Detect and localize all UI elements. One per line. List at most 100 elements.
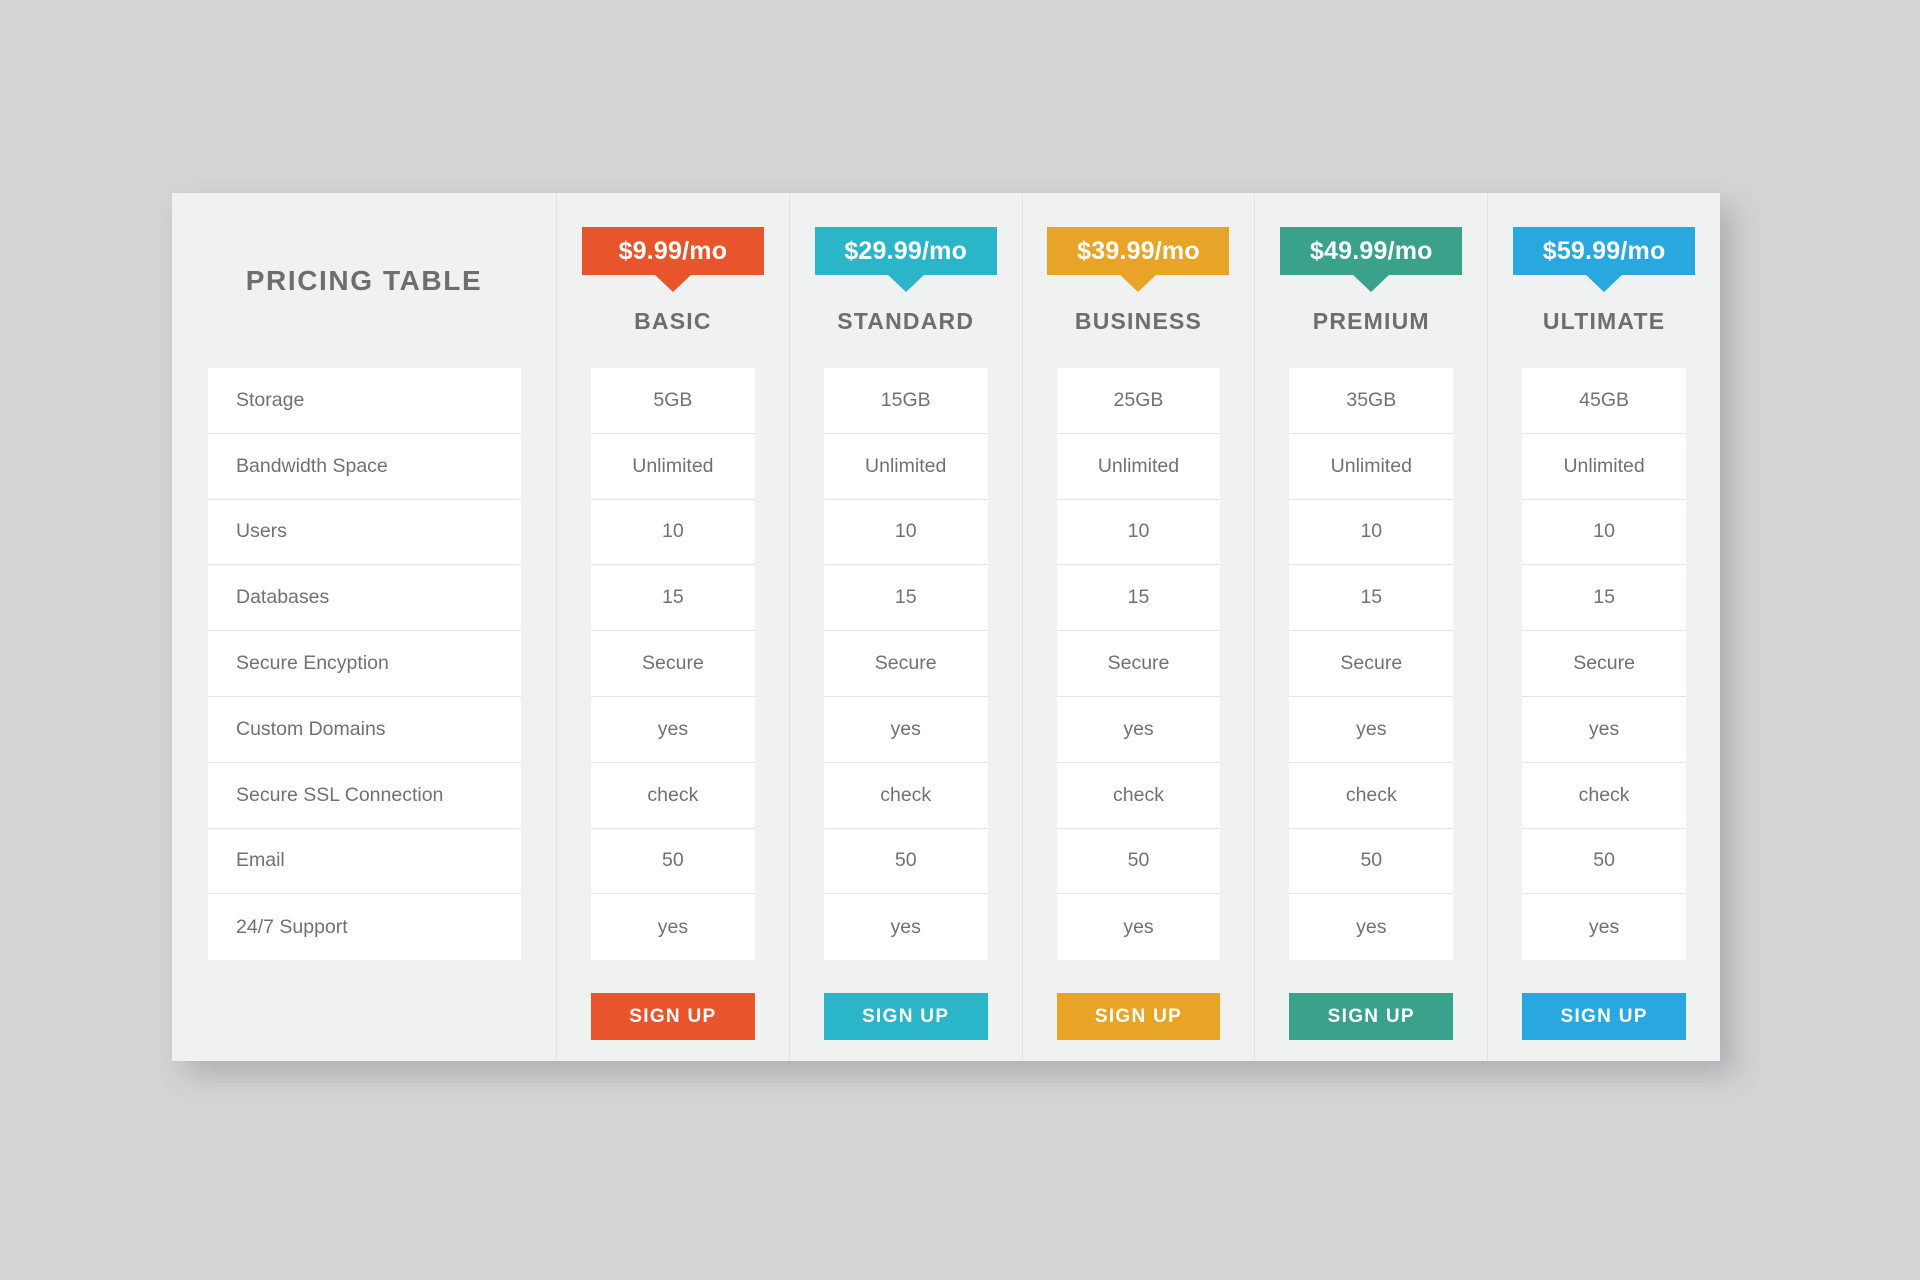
page-title: PRICING TABLE bbox=[245, 264, 483, 296]
plan-header: $49.99/mo PREMIUM bbox=[1255, 193, 1487, 368]
plan-value-text: check bbox=[1578, 783, 1630, 806]
plan-value-text: check bbox=[647, 783, 699, 806]
signup-button-business[interactable]: SIGN UP bbox=[1056, 993, 1221, 1041]
plan-value-text: 50 bbox=[894, 849, 917, 872]
signup-button-container: SIGN UP bbox=[790, 993, 1022, 1041]
plan-value-list: 25GB Unlimited 10 15 Secure yes check 50 yes bbox=[1023, 368, 1255, 961]
plan-value-text: 15GB bbox=[880, 388, 931, 411]
plan-value-row: check bbox=[823, 762, 988, 829]
signup-button-container: SIGN UP bbox=[1023, 993, 1255, 1041]
plan-value-row: yes bbox=[823, 894, 988, 961]
feature-label-row: 24/7 Support bbox=[208, 894, 521, 961]
price-text: $39.99/mo bbox=[1077, 236, 1200, 265]
badge-pointer-icon bbox=[1119, 274, 1158, 292]
plan-value-row: 50 bbox=[1522, 828, 1686, 895]
plan-value-text: Secure bbox=[874, 652, 937, 675]
plan-value-row: 10 bbox=[1289, 499, 1454, 566]
feature-label-text: Secure Encyption bbox=[236, 652, 389, 675]
plan-value-row: Secure bbox=[1522, 631, 1686, 697]
plan-value-row: yes bbox=[1522, 894, 1686, 961]
plan-value-text: Unlimited bbox=[632, 454, 714, 477]
plan-value-text: 10 bbox=[1127, 520, 1150, 543]
page-background: PRICING TABLE Storage Bandwidth Space User… bbox=[0, 0, 1920, 1280]
price-badge: $49.99/mo bbox=[1280, 227, 1463, 292]
plan-name: BUSINESS bbox=[1074, 308, 1203, 334]
feature-label-row: Email bbox=[208, 828, 521, 895]
plan-value-row: 15 bbox=[823, 565, 988, 632]
plan-value-row: 15GB bbox=[823, 368, 988, 434]
price-badge: $39.99/mo bbox=[1047, 227, 1230, 292]
pricing-table-header: PRICING TABLE bbox=[172, 193, 556, 368]
plan-value-text: 10 bbox=[894, 520, 917, 543]
plan-name: ULTIMATE bbox=[1542, 308, 1666, 334]
plan-column-basic: $9.99/mo BASIC 5GB Unlimited 10 15 Secure yes ch… bbox=[556, 193, 789, 1061]
plan-value-row: 10 bbox=[1522, 499, 1686, 566]
feature-label-row: Secure SSL Connection bbox=[208, 762, 521, 829]
plan-value-row: 10 bbox=[591, 499, 755, 566]
plan-value-row: yes bbox=[1056, 894, 1221, 961]
plan-value-text: Secure bbox=[642, 652, 704, 675]
signup-button-basic[interactable]: SIGN UP bbox=[591, 993, 755, 1041]
plan-column-ultimate: $59.99/mo ULTIMATE 45GB Unlimited 10 15 Secure… bbox=[1487, 193, 1720, 1061]
price-badge: $9.99/mo bbox=[581, 227, 764, 292]
plan-value-row: Unlimited bbox=[1056, 433, 1221, 500]
plan-value-text: Secure bbox=[1340, 652, 1403, 675]
badge-pointer-icon bbox=[1585, 274, 1624, 292]
feature-label-list: Storage Bandwidth Space Users Databases Secu… bbox=[208, 368, 521, 961]
feature-label-text: Users bbox=[236, 520, 287, 543]
plan-value-text: 35GB bbox=[1346, 388, 1397, 411]
signup-button-standard[interactable]: SIGN UP bbox=[823, 993, 988, 1041]
plan-value-text: 10 bbox=[1360, 520, 1383, 543]
plan-value-row: 15 bbox=[591, 565, 755, 632]
plan-value-row: yes bbox=[1289, 894, 1454, 961]
plan-value-text: 50 bbox=[1127, 849, 1150, 872]
plan-name: STANDARD bbox=[837, 308, 975, 334]
plan-value-text: yes bbox=[890, 915, 921, 938]
price-text: $29.99/mo bbox=[844, 236, 968, 265]
plan-value-row: 15 bbox=[1056, 565, 1221, 632]
plan-value-row: 50 bbox=[1056, 828, 1221, 895]
plan-value-row: 50 bbox=[823, 828, 988, 895]
plan-value-text: yes bbox=[1123, 717, 1154, 740]
signup-button-container: SIGN UP bbox=[557, 993, 789, 1041]
plan-value-text: 15 bbox=[1593, 586, 1615, 609]
plan-value-list: 45GB Unlimited 10 15 Secure yes check 50 yes bbox=[1488, 368, 1720, 961]
plan-value-row: check bbox=[1522, 762, 1686, 829]
price-badge: $59.99/mo bbox=[1513, 227, 1696, 292]
plan-value-row: Unlimited bbox=[823, 433, 988, 500]
signup-button-ultimate[interactable]: SIGN UP bbox=[1522, 993, 1686, 1041]
plan-column-standard: $29.99/mo STANDARD 15GB Unlimited 10 15 Secure… bbox=[788, 193, 1022, 1061]
feature-label-text: Secure SSL Connection bbox=[236, 783, 444, 806]
price-text: $9.99/mo bbox=[618, 236, 728, 265]
plan-value-list: 5GB Unlimited 10 15 Secure yes check 50 yes bbox=[557, 368, 789, 961]
plan-value-row: yes bbox=[823, 696, 988, 763]
plan-value-row: Secure bbox=[591, 631, 755, 697]
plan-value-row: 25GB bbox=[1056, 368, 1221, 434]
feature-label-column: PRICING TABLE Storage Bandwidth Space User… bbox=[172, 193, 556, 1061]
feature-label-row: Databases bbox=[208, 565, 521, 632]
badge-pointer-icon bbox=[1352, 274, 1391, 292]
plan-value-text: check bbox=[1345, 783, 1397, 806]
feature-label-row: Storage bbox=[208, 368, 521, 434]
plan-value-text: 5GB bbox=[653, 388, 693, 411]
plan-value-text: 50 bbox=[1593, 849, 1615, 872]
plan-header: $39.99/mo BUSINESS bbox=[1023, 193, 1255, 368]
plan-header: $29.99/mo STANDARD bbox=[790, 193, 1022, 368]
plan-value-row: check bbox=[1289, 762, 1454, 829]
badge-pointer-icon bbox=[653, 274, 692, 292]
plan-value-text: 15 bbox=[894, 586, 917, 609]
plan-value-text: 15 bbox=[1360, 586, 1383, 609]
plan-value-row: Unlimited bbox=[1289, 433, 1454, 500]
signup-button-container: SIGN UP bbox=[1488, 993, 1720, 1041]
feature-label-text: 24/7 Support bbox=[236, 915, 348, 938]
plan-value-row: Secure bbox=[1056, 631, 1221, 697]
plan-value-text: 10 bbox=[662, 520, 684, 543]
plan-value-text: Unlimited bbox=[1097, 454, 1180, 477]
plan-value-text: 15 bbox=[1127, 586, 1150, 609]
feature-label-text: Databases bbox=[236, 586, 330, 609]
plan-value-row: 50 bbox=[591, 828, 755, 895]
plan-value-row: 45GB bbox=[1522, 368, 1686, 434]
plan-name: BASIC bbox=[634, 308, 712, 334]
signup-button-premium[interactable]: SIGN UP bbox=[1289, 993, 1454, 1041]
feature-label-row: Secure Encyption bbox=[208, 631, 521, 697]
